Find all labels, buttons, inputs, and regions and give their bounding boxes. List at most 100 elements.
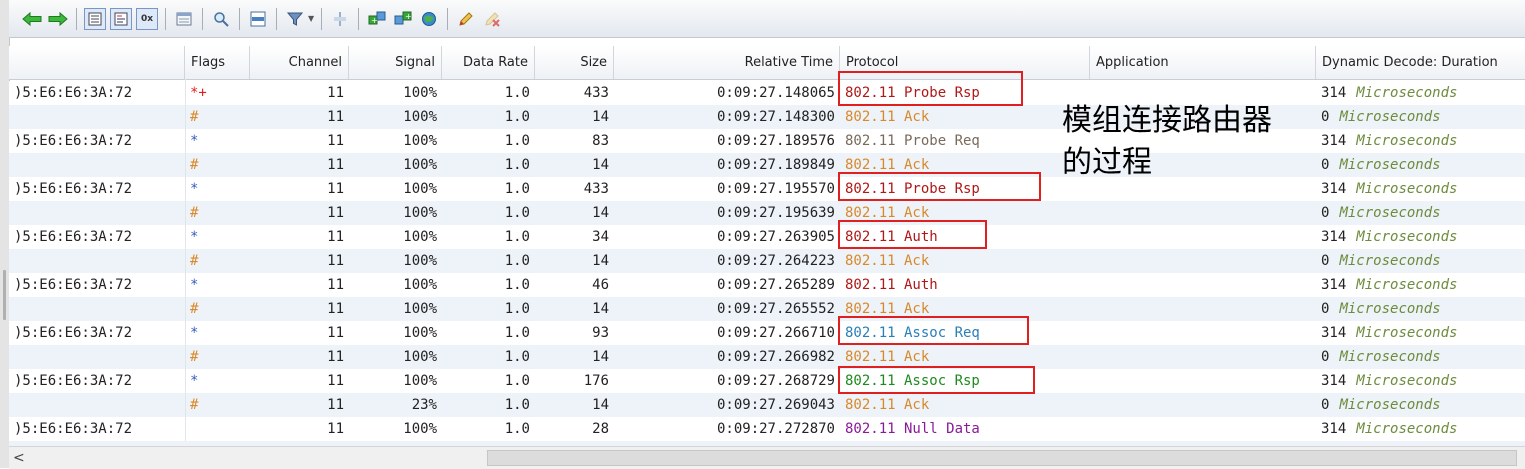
cell-channel: 11 (327, 325, 344, 341)
cell-source: )5:E6:E6:3A:72 (14, 85, 133, 101)
table-row[interactable]: #11 100% 1.0 14 0:09:27.189849 802.11 Ack 0 Mic… (9, 153, 1525, 177)
table-row[interactable]: )5:E6:E6:3A:72 * 11 100% 1.0 93 0:09:27.266710… (9, 321, 1525, 345)
network-icon[interactable] (418, 8, 440, 30)
column-divider (185, 79, 186, 441)
forward-arrow-icon[interactable] (47, 8, 69, 30)
splitter-grip[interactable] (3, 270, 6, 320)
duration-value: 0 (1321, 205, 1330, 221)
table-row[interactable]: )5:E6:E6:3A:72 * 11 100% 1.0 83 0:09:27.189576… (9, 129, 1525, 153)
cell-data-rate: 1.0 (504, 421, 530, 437)
cell-size: 46 (592, 277, 609, 293)
cell-signal: 100% (403, 181, 437, 197)
cell-data-rate: 1.0 (504, 349, 530, 365)
cell-relative-time: 0:09:27.268729 (716, 373, 835, 389)
add-node-2-icon[interactable]: + (392, 8, 414, 30)
clear-icon[interactable] (481, 8, 503, 30)
cell-signal: 100% (403, 421, 437, 437)
duration-value: 0 (1321, 157, 1330, 173)
cell-relative-time: 0:09:27.269043 (716, 397, 835, 413)
duration-unit: Microseconds (1356, 421, 1458, 437)
cell-relative-time: 0:09:27.272870 (716, 421, 835, 437)
scrollbar-thumb[interactable] (487, 450, 1517, 466)
cell-protocol: 802.11 Probe Req (845, 133, 980, 149)
packet-list-icon[interactable] (173, 8, 195, 30)
cell-size: 433 (583, 181, 609, 197)
duration-value: 314 (1321, 85, 1347, 101)
duration-value: 0 (1321, 397, 1330, 413)
duration-value: 0 (1321, 253, 1330, 269)
horizontal-scrollbar[interactable]: < (9, 446, 1525, 469)
svg-text:+: + (405, 12, 412, 21)
table-row[interactable]: #11 100% 1.0 14 0:09:27.265552 802.11 Ack 0 Mic… (9, 297, 1525, 321)
duration-value: 0 (1321, 301, 1330, 317)
cell-signal: 100% (403, 157, 437, 173)
table-row[interactable]: )5:E6:E6:3A:72 * 11 100% 1.0 433 0:09:27.19557… (9, 177, 1525, 201)
cell-application (1090, 273, 1316, 297)
cell-flags: # (190, 253, 199, 269)
column-header-relative-time[interactable]: Relative Time (614, 46, 840, 79)
table-row[interactable]: #11 100% 1.0 14 0:09:27.264223 802.11 Ack 0 Mic… (9, 249, 1525, 273)
back-arrow-icon[interactable] (21, 8, 43, 30)
cell-size: 14 (592, 205, 609, 221)
duration-unit: Microseconds (1356, 373, 1458, 389)
table-row[interactable]: #11 100% 1.0 14 0:09:27.195639 802.11 Ack 0 Mic… (9, 201, 1525, 225)
edit-icon[interactable] (455, 8, 477, 30)
cell-flags: * (190, 373, 199, 389)
column-header-channel[interactable]: Channel (250, 46, 349, 79)
cell-relative-time: 0:09:27.148065 (716, 85, 835, 101)
cell-channel: 11 (327, 229, 344, 245)
column-header-data-rate[interactable]: Data Rate (442, 46, 535, 79)
detail-view-icon[interactable] (110, 7, 132, 30)
columns-icon[interactable] (329, 8, 351, 30)
annotation-line-2: 的过程 (1062, 145, 1152, 180)
cell-flags: * (190, 277, 199, 293)
cell-duration: 0 Microseconds (1316, 249, 1525, 273)
cell-relative-time: 0:09:27.265552 (716, 301, 835, 317)
cell-data-rate: 1.0 (504, 181, 530, 197)
cell-source: )5:E6:E6:3A:72 (14, 181, 133, 197)
layout-icon[interactable] (247, 8, 269, 30)
cell-channel: 11 (327, 301, 344, 317)
column-header-size[interactable]: Size (535, 46, 614, 79)
column-header-source[interactable] (9, 46, 185, 79)
table-row[interactable]: )5:E6:E6:3A:72 * 11 100% 1.0 34 0:09:27.263905… (9, 225, 1525, 249)
cell-duration: 314 Microseconds (1316, 321, 1525, 345)
cell-protocol: 802.11 Ack (845, 253, 930, 269)
cell-source: )5:E6:E6:3A:72 (14, 229, 133, 245)
scroll-left-arrow-icon[interactable]: < (13, 447, 25, 469)
cell-channel: 11 (327, 109, 344, 125)
column-header-signal[interactable]: Signal (349, 46, 442, 79)
cell-flags: # (190, 157, 199, 173)
cell-source (9, 345, 185, 369)
table-row[interactable]: )5:E6:E6:3A:72 * 11 100% 1.0 176 0:09:27.26872… (9, 369, 1525, 393)
column-header-duration[interactable]: Dynamic Decode: Duration (1316, 46, 1525, 79)
cell-protocol: 802.11 Ack (845, 109, 930, 125)
table-row[interactable]: #11 100% 1.0 14 0:09:27.148300 802.11 Ack 0 Mic… (9, 105, 1525, 129)
cell-size: 83 (592, 133, 609, 149)
duration-unit: Microseconds (1339, 157, 1441, 173)
duration-unit: Microseconds (1356, 85, 1458, 101)
table-row[interactable]: #11 23% 1.0 14 0:09:27.269043 802.11 Ack 0 Micr… (9, 393, 1525, 417)
table-row[interactable]: #11 100% 1.0 14 0:09:27.266982 802.11 Ack 0 Mic… (9, 345, 1525, 369)
hex-view-icon[interactable]: 0x (136, 7, 158, 30)
table-row[interactable]: )5:E6:E6:3A:72 *+ 11 100% 1.0 433 0:09:27.1480… (9, 81, 1525, 105)
cell-source (9, 249, 185, 273)
cell-relative-time: 0:09:27.189849 (716, 157, 835, 173)
annotation-box-probe-rsp-1 (838, 71, 1023, 106)
column-header-application[interactable]: Application (1090, 46, 1316, 79)
search-icon[interactable] (210, 8, 232, 30)
add-node-icon[interactable]: + (366, 8, 388, 30)
filter-icon[interactable] (284, 8, 306, 30)
duration-unit: Microseconds (1339, 301, 1441, 317)
table-row[interactable]: )5:E6:E6:3A:72 * 11 100% 1.0 46 0:09:27.265289… (9, 273, 1525, 297)
list-view-icon[interactable] (84, 7, 106, 30)
toolbar-separator (165, 7, 166, 30)
cell-duration: 0 Microseconds (1316, 297, 1525, 321)
column-header-flags[interactable]: Flags (185, 46, 250, 79)
annotation-box-assoc-req (838, 316, 1029, 345)
toolbar-separator (202, 7, 203, 30)
table-row[interactable]: )5:E6:E6:3A:72 11 100% 1.0 28 0:09:27.272870 8… (9, 417, 1525, 441)
annotation-box-auth (838, 220, 987, 249)
filter-dropdown-icon[interactable]: ▼ (308, 14, 314, 23)
cell-application (1090, 201, 1316, 225)
